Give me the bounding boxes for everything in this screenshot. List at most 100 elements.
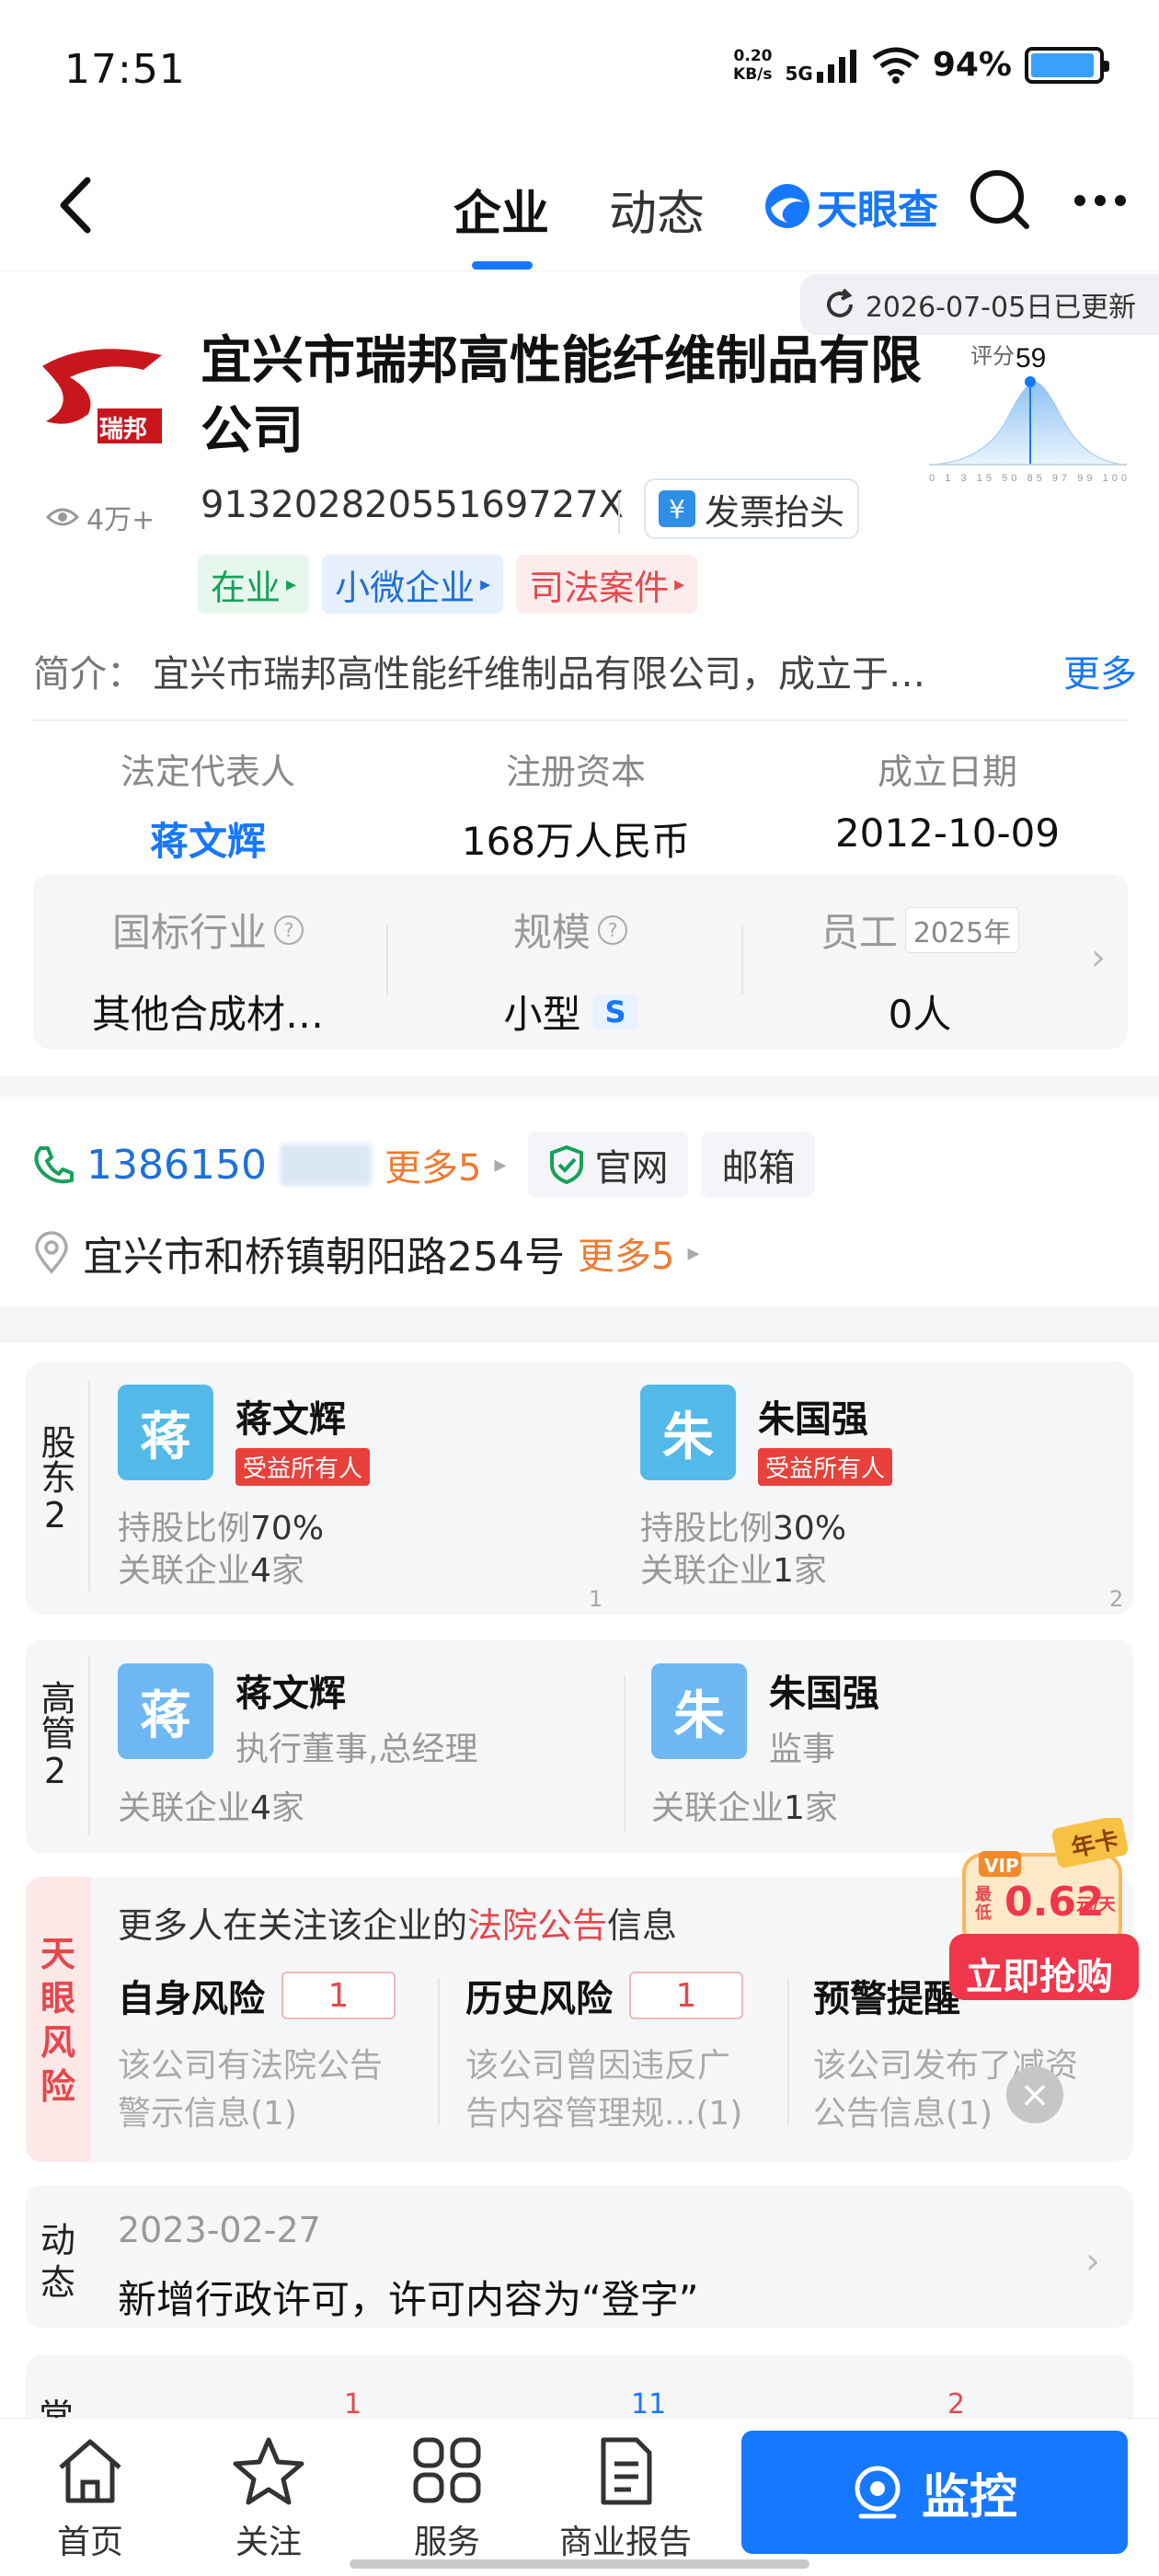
shareholders-label[interactable]: 股东 2 (28, 1424, 83, 1536)
tag-small-micro[interactable]: 小微企业 ▸ (322, 555, 504, 614)
count: 11 (631, 2388, 667, 2421)
executive-name[interactable]: 蒋文辉 (235, 1663, 477, 1717)
staff-year-chip: 2025年 (904, 906, 1020, 953)
tab-enterprise[interactable]: 企业 (453, 175, 549, 244)
address-row[interactable]: 宜兴市和桥镇朝阳路254号 更多5 ▸ (33, 1224, 700, 1282)
shareholder-name[interactable]: 蒋文辉 (235, 1389, 370, 1443)
avatar: 蒋 (118, 1663, 213, 1759)
help-icon[interactable]: ? (598, 914, 627, 945)
score-ticks: 0 1 3 15 50 85 97 99 100 (929, 473, 1127, 483)
shareholder-item[interactable]: 朱 (640, 1385, 736, 1480)
self-risk[interactable]: 自身风险 1 该公司有法院公告 警示信息(1) (118, 1969, 449, 2138)
search-icon[interactable] (968, 167, 1034, 234)
score-label: 评分 (970, 344, 1015, 369)
item-index: 2 (1109, 1586, 1124, 1612)
vip-promo-badge[interactable]: 年卡 VIP 最低 0.62 元/天 立即抢购 (946, 1815, 1144, 2020)
shareholder-info: 朱国强 受益所有人 (758, 1389, 893, 1486)
company-intro[interactable]: 简介： 宜兴市瑞邦高性能纤维制品有限公司，成立于… 更多 (33, 644, 1137, 697)
related-companies[interactable]: 关联企业1家 (640, 1544, 827, 1592)
tag-judicial-cases[interactable]: 司法案件 ▸ (516, 555, 698, 614)
shield-check-icon (550, 1144, 584, 1185)
chevron-right-icon: ▸ (674, 572, 685, 596)
executive-info: 蒋文辉 执行董事,总经理 (235, 1663, 477, 1770)
founded-date: 成立日期 2012-10-09 (834, 752, 1061, 856)
shareholder-name[interactable]: 朱国强 (758, 1389, 892, 1443)
legal-rep-name[interactable]: 蒋文辉 (42, 811, 373, 867)
related-companies[interactable]: 关联企业1家 (651, 1781, 838, 1829)
legal-rep[interactable]: 法定代表人 蒋文辉 (42, 743, 373, 867)
intro-more-link[interactable]: 更多 (1063, 644, 1137, 697)
registered-capital: 注册资本 168万人民币 (461, 752, 691, 864)
tab-business-report[interactable]: 商业报告 (552, 2436, 699, 2563)
company-detail-page: { "status": {"time": "17:51", "net_speed… (0, 0, 1159, 2576)
tab-follow[interactable]: 关注 (195, 2436, 342, 2563)
score-chart[interactable]: 评分 59 0 1 3 15 50 85 97 99 100 (928, 336, 1131, 484)
count: 2 (947, 2388, 966, 2421)
email-button[interactable]: 邮箱 (701, 1132, 816, 1198)
status-icons: 0.20 KB/s 5G 94% (733, 46, 1109, 84)
phone-icon (34, 1146, 74, 1184)
risk-count: 1 (281, 1972, 396, 2019)
chevron-right-icon[interactable]: › (1091, 937, 1106, 979)
chevron-right-icon: ▸ (286, 572, 297, 596)
divider (624, 1674, 625, 1831)
tag-operating[interactable]: 在业 ▸ (198, 555, 310, 614)
phone-number[interactable]: 1386150 (86, 1142, 267, 1189)
divider (787, 1978, 789, 2125)
history-risk[interactable]: 历史风险 1 该公司曾因违反广 告内容管理规...(1) (465, 1969, 797, 2138)
executives-label[interactable]: 高管 2 (28, 1680, 83, 1792)
report-icon (601, 2437, 652, 2505)
related-companies[interactable]: 关联企业4家 (118, 1781, 304, 1829)
close-icon[interactable]: × (1006, 2066, 1063, 2123)
tab-dynamics[interactable]: 动态 (609, 175, 705, 244)
view-count: 4万+ (46, 497, 155, 537)
shareholder-item[interactable]: 蒋 (118, 1385, 213, 1480)
dynamics-text: 新增行政许可，许可内容为“登字” (118, 2277, 699, 2322)
location-icon (35, 1231, 68, 1274)
executive-role: 执行董事,总经理 (235, 1731, 478, 1768)
chevron-right-icon: ▸ (494, 1151, 507, 1179)
executive-item[interactable]: 蒋 (118, 1663, 213, 1759)
monitor-button[interactable]: 监控 (741, 2431, 1128, 2554)
staff[interactable]: 员工 2025年 0人 (754, 902, 1085, 1040)
phone-row: 1386150 更多5 ▸ 官网 邮箱 (33, 1132, 816, 1198)
invoice-header-button[interactable]: ¥ 发票抬头 (644, 478, 860, 539)
executive-info: 朱国强 监事 (769, 1663, 879, 1770)
executive-item[interactable]: 朱 (651, 1663, 747, 1759)
address-more-link[interactable]: 更多5 (578, 1226, 674, 1280)
item-index: 1 (589, 1586, 603, 1612)
beneficial-owner-badge: 受益所有人 (235, 1448, 371, 1486)
brand-logo: 天眼查 (763, 177, 938, 236)
risk-headline[interactable]: 更多人在关注该企业的法院公告信息 (118, 1897, 677, 1948)
shareholding-ratio: 持股比例30% (640, 1510, 847, 1547)
more-menu-icon[interactable] (1073, 193, 1128, 208)
active-tab-indicator (472, 261, 533, 270)
eye-icon (46, 508, 79, 526)
count: 1 (344, 2388, 362, 2421)
wifi-icon (872, 47, 920, 84)
chevron-right-icon[interactable]: › (1085, 2240, 1100, 2283)
scale[interactable]: 规模? 小型 S (405, 902, 736, 1040)
divider (33, 719, 1128, 721)
star-icon (233, 2437, 304, 2505)
tab-services[interactable]: 服务 (373, 2436, 521, 2563)
risk-count: 1 (629, 1972, 743, 2019)
website-button[interactable]: 官网 (528, 1132, 689, 1198)
monitor-icon (855, 2466, 901, 2519)
section-gap (0, 1306, 1159, 1343)
executive-role: 监事 (769, 1731, 836, 1768)
divider (88, 1380, 90, 1592)
tab-home[interactable]: 首页 (17, 2436, 164, 2563)
help-icon[interactable]: ? (274, 914, 304, 945)
credit-code[interactable]: 91320282055169727X (201, 484, 624, 526)
divider (618, 493, 620, 534)
chevron-right-icon: ▸ (687, 1239, 700, 1267)
scale-badge: S (593, 994, 637, 1029)
back-arrow-icon[interactable] (51, 173, 106, 237)
avatar: 朱 (651, 1663, 747, 1759)
related-companies[interactable]: 关联企业4家 (118, 1544, 304, 1592)
industry[interactable]: 国标行业? 其他合成材… (42, 902, 373, 1040)
phone-more-link[interactable]: 更多5 (384, 1138, 481, 1191)
beneficial-owner-badge: 受益所有人 (758, 1448, 893, 1486)
executive-name[interactable]: 朱国强 (769, 1663, 879, 1717)
